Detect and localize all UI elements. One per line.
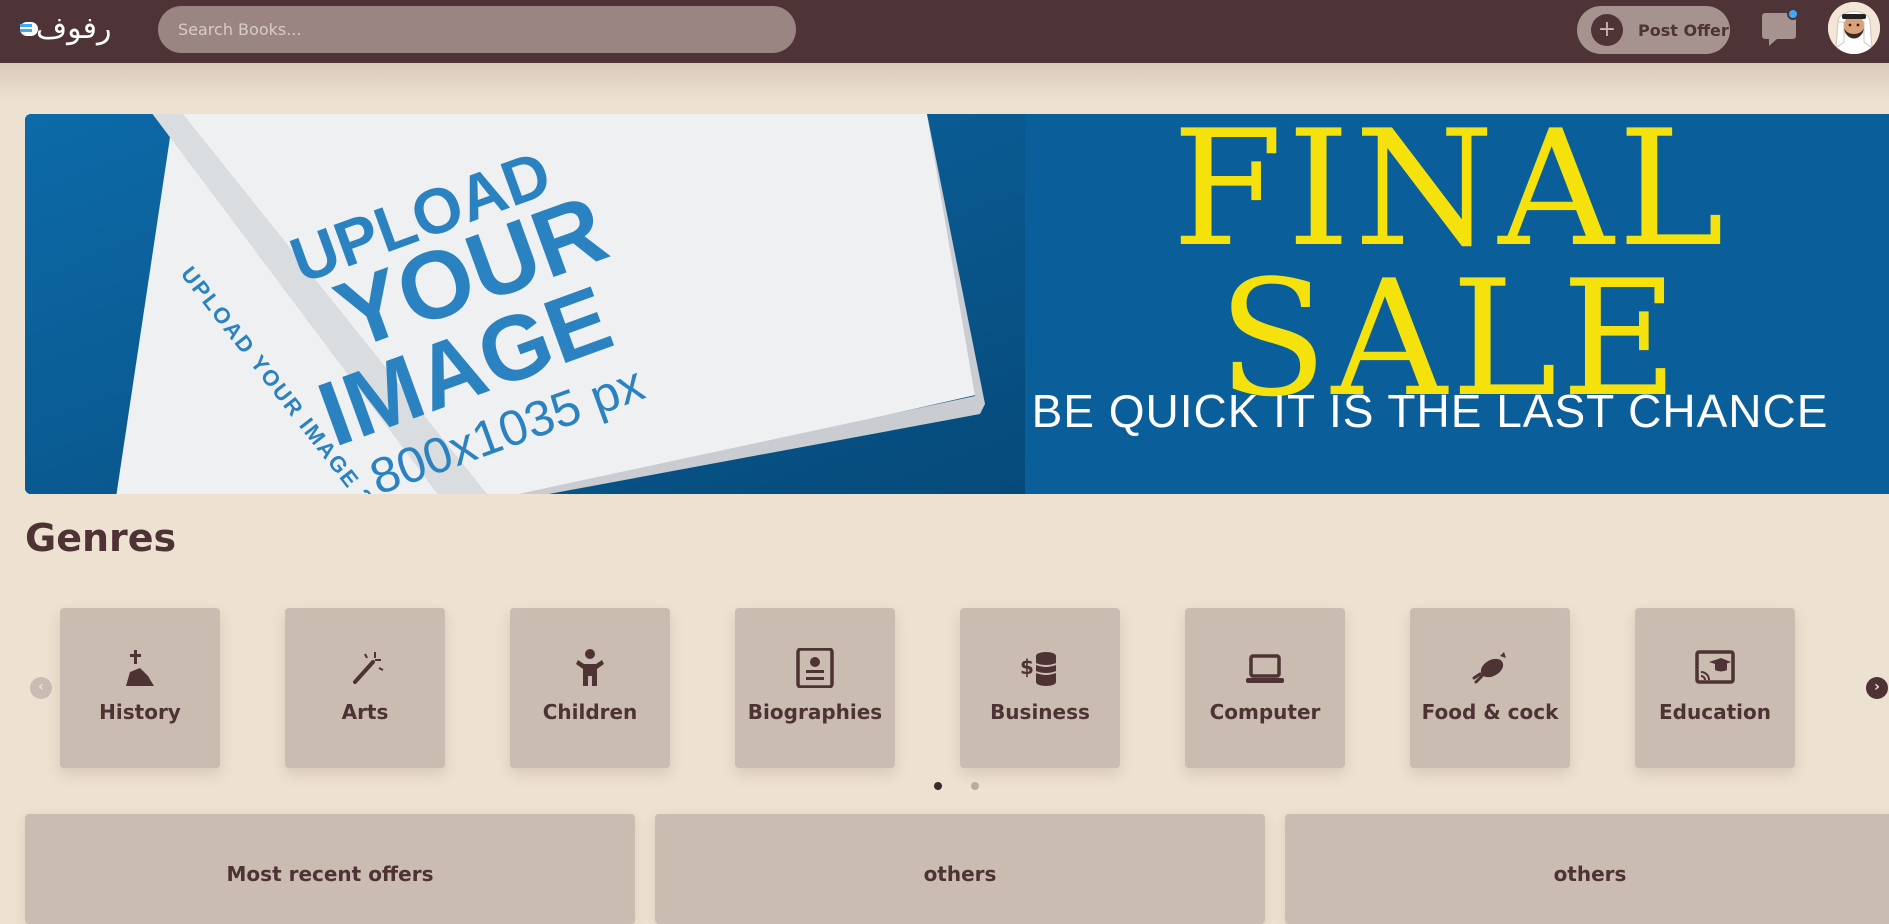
post-offer-label: Post Offer bbox=[1638, 20, 1729, 40]
book-mockup-image: UPLOAD YOUR IMAGE 800x1035 px UPLOAD YOU… bbox=[25, 114, 1025, 494]
genre-card-arts[interactable]: Arts bbox=[285, 608, 445, 768]
top-navbar: رفوف + Post Offer bbox=[0, 0, 1889, 63]
id-card-icon bbox=[796, 648, 834, 688]
genres-heading: Genres bbox=[25, 516, 177, 560]
chevron-left-icon: ‹ bbox=[38, 679, 44, 695]
chat-icon[interactable] bbox=[1761, 7, 1799, 47]
logo[interactable]: رفوف bbox=[16, 4, 141, 48]
genre-label: Education bbox=[1659, 700, 1771, 724]
genres-carousel: ‹ History Arts Children Biographies $ Bu… bbox=[0, 600, 1889, 780]
svg-text:$: $ bbox=[1020, 655, 1034, 679]
monument-icon bbox=[126, 650, 154, 686]
promo-banner[interactable]: UPLOAD YOUR IMAGE 800x1035 px UPLOAD YOU… bbox=[25, 114, 1889, 494]
notification-dot bbox=[1787, 8, 1799, 20]
genre-label: Biographies bbox=[747, 700, 883, 724]
education-screen-icon bbox=[1695, 650, 1735, 684]
genre-label: Arts bbox=[341, 700, 389, 724]
logo-text: رفوف bbox=[36, 11, 111, 46]
banner-shadow bbox=[0, 63, 1889, 103]
genre-card-education[interactable]: Education bbox=[1635, 608, 1795, 768]
genre-label: Business bbox=[990, 700, 1090, 724]
magic-wand-icon bbox=[353, 652, 384, 684]
section-title: Most recent offers bbox=[226, 862, 434, 886]
carousel-prev-button[interactable]: ‹ bbox=[30, 677, 52, 699]
genre-card-children[interactable]: Children bbox=[510, 608, 670, 768]
genre-card-business[interactable]: $ Business bbox=[960, 608, 1120, 768]
section-title: others bbox=[1553, 862, 1627, 886]
pagination-dot-1[interactable] bbox=[934, 782, 942, 790]
genre-label: Computer bbox=[1209, 700, 1321, 724]
post-offer-button[interactable]: + Post Offer bbox=[1577, 6, 1730, 54]
pagination-dot-2[interactable] bbox=[971, 782, 979, 790]
section-most-recent-offers[interactable]: Most recent offers bbox=[25, 814, 635, 924]
genre-label: History bbox=[99, 700, 181, 724]
genre-label: Food & cock bbox=[1421, 700, 1559, 724]
genre-label: Children bbox=[542, 700, 638, 724]
section-others-1[interactable]: others bbox=[655, 814, 1265, 924]
carousel-next-button[interactable]: › bbox=[1866, 677, 1888, 699]
section-others-2[interactable]: others bbox=[1285, 814, 1889, 924]
food-icon bbox=[1472, 652, 1506, 684]
search-input[interactable] bbox=[158, 6, 796, 53]
banner-headline-final: FINAL bbox=[1171, 114, 1728, 282]
coins-icon: $ bbox=[1020, 652, 1057, 686]
genre-card-food[interactable]: Food & cock bbox=[1410, 608, 1570, 768]
user-avatar[interactable] bbox=[1828, 2, 1880, 54]
banner-tagline: BE QUICK IT IS THE LAST CHANCE bbox=[1031, 385, 1829, 437]
child-icon bbox=[576, 649, 604, 686]
plus-icon: + bbox=[1591, 14, 1623, 46]
genre-card-biographies[interactable]: Biographies bbox=[735, 608, 895, 768]
section-title: others bbox=[923, 862, 997, 886]
chevron-right-icon: › bbox=[1874, 679, 1880, 695]
genre-card-computer[interactable]: Computer bbox=[1185, 608, 1345, 768]
laptop-icon bbox=[1246, 654, 1284, 683]
genre-card-history[interactable]: History bbox=[60, 608, 220, 768]
